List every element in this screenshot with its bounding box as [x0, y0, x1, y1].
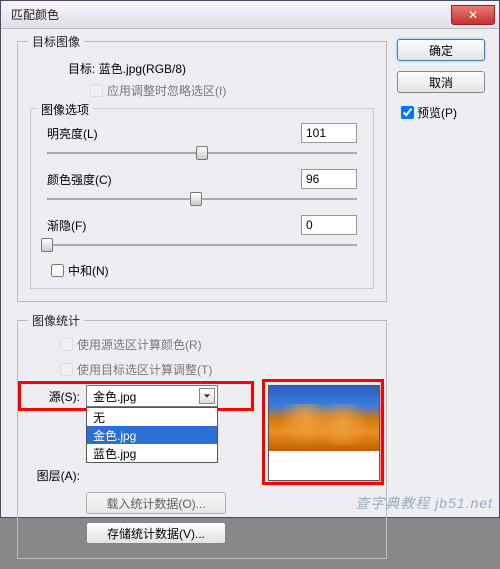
source-dropdown: 无 金色.jpg 蓝色.jpg — [86, 407, 218, 463]
target-image-legend: 目标图像 — [28, 33, 84, 50]
preview-checkbox-row[interactable]: 预览(P) — [397, 103, 489, 122]
luminance-slider[interactable] — [47, 145, 357, 161]
ignore-selection-label: 应用调整时忽略选区(I) — [107, 82, 226, 99]
window-close-button[interactable]: ✕ — [451, 5, 495, 25]
fade-input[interactable] — [301, 215, 357, 235]
neutralize-label: 中和(N) — [68, 262, 109, 279]
use-source-sel-row: 使用源选区计算颜色(R) — [56, 335, 376, 354]
image-options-group: 图像选项 明亮度(L) 颜色强度(C) — [30, 108, 374, 289]
intensity-slider[interactable] — [47, 191, 357, 207]
intensity-row: 颜色强度(C) — [41, 169, 363, 207]
fade-slider[interactable] — [47, 237, 357, 253]
window-title: 匹配颜色 — [5, 6, 451, 23]
slider-track-line — [47, 244, 357, 246]
cancel-button[interactable]: 取消 — [397, 71, 485, 93]
target-value: 蓝色.jpg(RGB/8) — [99, 62, 186, 76]
thumbnail-image — [269, 386, 379, 451]
layer-label: 图层(A): — [28, 467, 86, 484]
use-target-sel-label: 使用目标选区计算调整(T) — [77, 361, 212, 378]
chevron-down-icon — [199, 388, 215, 404]
image-stats-legend: 图像统计 — [28, 312, 84, 329]
image-options-legend: 图像选项 — [37, 101, 93, 118]
intensity-label: 颜色强度(C) — [47, 171, 118, 188]
use-target-sel-checkbox — [60, 363, 73, 376]
target-image-group: 目标图像 目标: 蓝色.jpg(RGB/8) 应用调整时忽略选区(I) 图像选项… — [17, 33, 387, 302]
source-option-gold[interactable]: 金色.jpg — [87, 426, 217, 444]
ok-button[interactable]: 确定 — [397, 39, 485, 61]
neutralize-checkbox[interactable] — [51, 264, 64, 277]
slider-track-line — [47, 198, 357, 200]
target-label: 目标: — [68, 62, 95, 76]
source-combo-box[interactable]: 金色.jpg — [86, 385, 218, 407]
source-thumbnail — [268, 385, 380, 481]
luminance-label: 明亮度(L) — [47, 125, 104, 142]
luminance-thumb[interactable] — [196, 146, 208, 160]
preview-checkbox[interactable] — [401, 106, 414, 119]
titlebar: 匹配颜色 ✕ — [1, 1, 499, 29]
right-button-column: 确定 取消 预览(P) — [397, 39, 489, 122]
fade-thumb[interactable] — [41, 238, 53, 252]
left-column: 目标图像 目标: 蓝色.jpg(RGB/8) 应用调整时忽略选区(I) 图像选项… — [17, 33, 387, 569]
fade-label: 渐隐(F) — [47, 217, 92, 234]
save-stats-button[interactable]: 存储统计数据(V)... — [86, 522, 226, 544]
preview-label: 预览(P) — [417, 104, 457, 121]
use-source-sel-checkbox — [60, 338, 73, 351]
target-line: 目标: 蓝色.jpg(RGB/8) — [68, 60, 376, 77]
load-stats-button[interactable]: 载入统计数据(O)... — [86, 492, 226, 514]
image-stats-group: 图像统计 使用源选区计算颜色(R) 使用目标选区计算调整(T) 源(S): 金色… — [17, 312, 387, 559]
ignore-selection-row: 应用调整时忽略选区(I) — [86, 81, 376, 100]
fade-row: 渐隐(F) — [41, 215, 363, 253]
ignore-selection-checkbox — [90, 84, 103, 97]
dialog-content: 确定 取消 预览(P) 目标图像 目标: 蓝色.jpg(RGB/8) 应用调整时… — [9, 33, 491, 509]
intensity-thumb[interactable] — [190, 192, 202, 206]
source-combo-value: 金色.jpg — [93, 388, 136, 405]
source-combo[interactable]: 金色.jpg 无 金色.jpg 蓝色.jpg — [86, 385, 218, 407]
source-option-blue[interactable]: 蓝色.jpg — [87, 444, 217, 462]
intensity-input[interactable] — [301, 169, 357, 189]
source-label: 源(S): — [28, 388, 86, 405]
luminance-row: 明亮度(L) — [41, 123, 363, 161]
use-source-sel-label: 使用源选区计算颜色(R) — [77, 336, 202, 353]
source-option-none[interactable]: 无 — [87, 408, 217, 426]
luminance-input[interactable] — [301, 123, 357, 143]
use-target-sel-row: 使用目标选区计算调整(T) — [56, 360, 376, 379]
close-icon: ✕ — [468, 8, 478, 22]
neutralize-row[interactable]: 中和(N) — [47, 261, 363, 280]
match-color-dialog: 匹配颜色 ✕ 确定 取消 预览(P) 目标图像 目标: 蓝色.jpg(RGB/8… — [0, 0, 500, 518]
